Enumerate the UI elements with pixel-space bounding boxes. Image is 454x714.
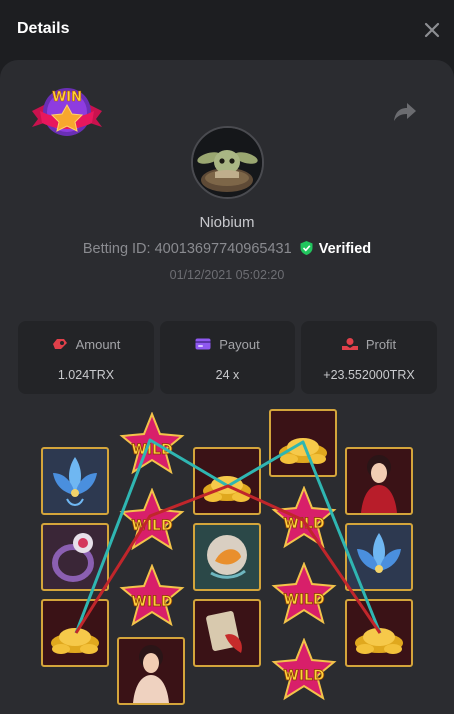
payout-card: Payout 24 x xyxy=(160,321,295,394)
amount-label: Amount xyxy=(75,337,121,352)
verified-shield-icon xyxy=(300,241,313,255)
betting-id: Betting ID: 40013697740965431 xyxy=(82,241,292,257)
win-badge-icon: WIN xyxy=(32,88,102,136)
verified-label: Verified xyxy=(318,241,372,257)
amount-card: Amount 1.024TRX xyxy=(18,321,154,394)
win-lines xyxy=(74,438,382,634)
close-icon[interactable] xyxy=(422,20,442,40)
profit-card: Profit +23.552000TRX xyxy=(301,321,437,394)
share-icon[interactable] xyxy=(393,101,417,123)
profit-icon xyxy=(341,338,358,350)
profit-value: +23.552000TRX xyxy=(323,368,415,382)
payout-icon xyxy=(195,338,211,350)
amount-icon xyxy=(52,339,67,349)
betting-id-row: Betting ID: 40013697740965431 Verified xyxy=(0,241,454,257)
payout-value: 24 x xyxy=(215,368,240,382)
win-line-red xyxy=(74,484,382,634)
modal-header: Details xyxy=(0,0,454,60)
bet-timestamp: 01/12/2021 05:02:20 xyxy=(169,268,285,282)
payout-label: Payout xyxy=(219,337,260,352)
badge-text: WIN xyxy=(52,90,82,105)
modal-title: Details xyxy=(17,20,70,37)
profit-label: Profit xyxy=(365,337,397,352)
slot-reels: WILD WILD WILD WILD WILD WILD xyxy=(0,400,454,714)
avatar xyxy=(191,126,264,199)
amount-value: 1.024TRX xyxy=(57,368,115,382)
avatar-image xyxy=(193,128,262,197)
username: Niobium xyxy=(199,214,255,231)
win-line-teal xyxy=(74,438,382,634)
